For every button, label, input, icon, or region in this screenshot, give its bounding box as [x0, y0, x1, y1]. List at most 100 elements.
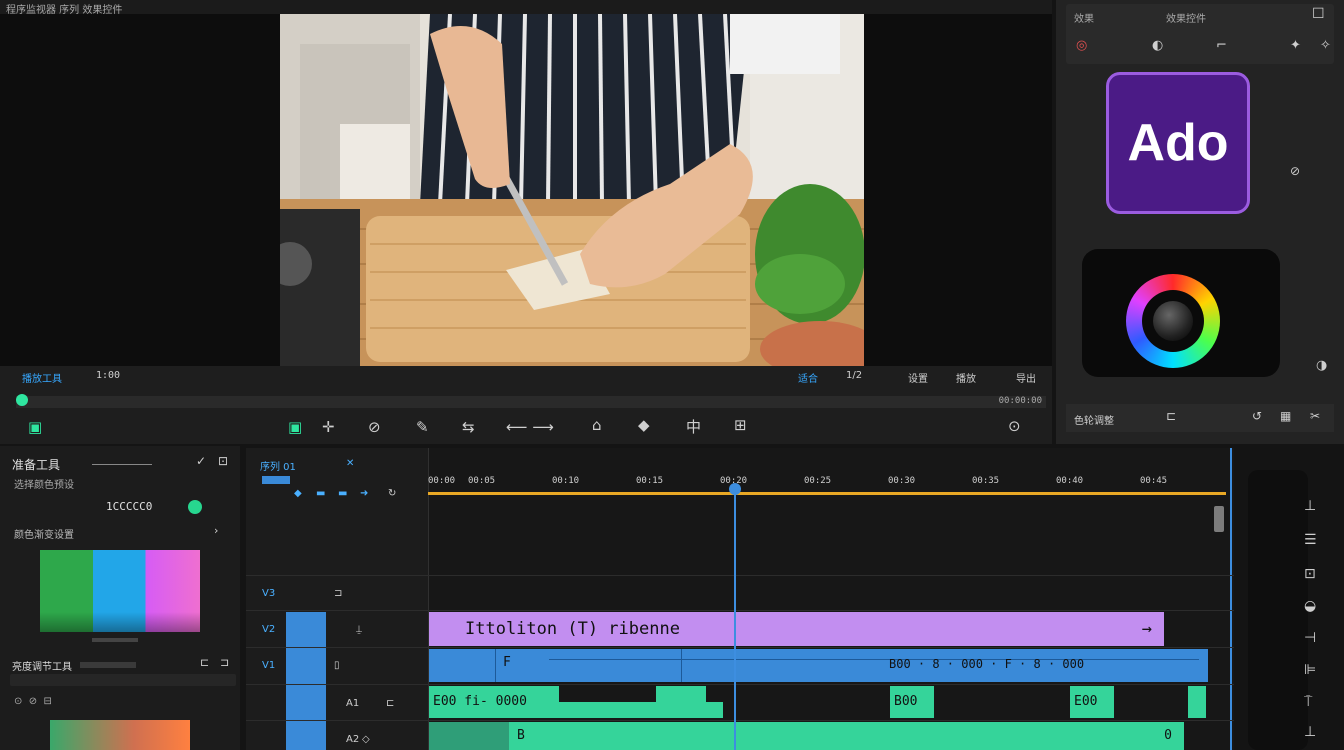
brightness-track[interactable] — [10, 674, 236, 686]
playback-label[interactable]: 播放 — [956, 370, 976, 385]
title-clip[interactable]: Ittoliton (T) ribenne → — [429, 612, 1164, 646]
tools-icon[interactable]: ✂ — [1310, 409, 1320, 423]
monitor-letterbox-right — [864, 14, 1052, 366]
chevron-right-icon[interactable]: › — [214, 524, 218, 537]
brush-icon[interactable]: ✦ — [1290, 38, 1301, 53]
track-a2-label[interactable]: A2 — [346, 734, 359, 745]
hand-tool-icon[interactable]: ⍑ — [1304, 694, 1312, 710]
selection-tool-icon[interactable]: ⊥ — [1304, 498, 1316, 514]
hex-value[interactable]: 1CCCCC0 — [106, 500, 152, 513]
keyframe-icon[interactable]: ◇ — [362, 734, 370, 745]
toggle-icon[interactable]: ◑ — [1316, 358, 1327, 373]
title-slider[interactable] — [92, 464, 152, 465]
refresh-icon[interactable]: ↻ — [388, 488, 396, 499]
home-icon[interactable]: ⌂ — [592, 416, 602, 434]
time-ruler[interactable]: 00:00 00:05 00:10 00:15 00:20 00:25 00:3… — [428, 474, 1228, 494]
close-icon[interactable]: ⊐ — [220, 656, 229, 669]
video-clip[interactable]: F B00 · 8 · 000 · F · 8 · 000 — [429, 649, 1208, 682]
track-v3-label[interactable]: V3 — [262, 588, 275, 599]
gradient-section-label: 颜色渐变设置 — [14, 530, 74, 541]
add-marker-tl-icon[interactable]: ▬ — [316, 488, 325, 499]
linked-selection-icon[interactable]: ◆ — [294, 488, 302, 499]
settings-label[interactable]: 设置 — [908, 370, 928, 385]
play-icon[interactable]: ⇆ — [462, 418, 475, 436]
loop-icon[interactable]: ⊏ — [1166, 409, 1176, 423]
reset-icon[interactable]: ↺ — [1252, 409, 1262, 423]
solo-icon[interactable]: ▯ — [334, 660, 340, 671]
crop-icon[interactable]: ⌐ — [1216, 38, 1227, 53]
gradient-caption-bar — [92, 638, 138, 642]
color-wheel-handle[interactable] — [1153, 301, 1193, 341]
step-back-icon[interactable]: ✎ — [416, 418, 429, 436]
audio-clip[interactable]: E00 fi- 0000 — [429, 686, 559, 718]
audio-clip-segment[interactable] — [1188, 686, 1206, 718]
brightness-gradient-swatch[interactable] — [50, 720, 190, 750]
resolution-dropdown[interactable]: 1/2 — [846, 370, 862, 381]
button-editor-icon[interactable]: ⊙ — [1008, 417, 1021, 435]
snap-toggle[interactable] — [262, 476, 290, 484]
panel-menu-icon[interactable]: ☐ — [1312, 6, 1325, 22]
mark-in-icon[interactable]: ▣ — [28, 418, 42, 436]
fit-dropdown[interactable]: 适合 — [798, 370, 818, 385]
extract-icon[interactable]: 中 — [686, 416, 701, 437]
clip-end-arrow-icon: → — [1141, 619, 1152, 639]
go-to-in-icon[interactable]: ⊘ — [368, 418, 381, 436]
brightness-slider[interactable] — [80, 662, 136, 668]
sequence-close-icon[interactable]: ✕ — [346, 458, 354, 469]
video-track-target[interactable] — [286, 612, 326, 750]
pen-tool-strip-icon[interactable]: ⊫ — [1304, 662, 1316, 678]
voiceover-icon[interactable]: ⊏ — [386, 698, 394, 709]
timecode[interactable]: 1:00 — [96, 370, 120, 381]
grid-icon[interactable]: ▦ — [1280, 409, 1291, 423]
scrub-time: 00:00:00 — [998, 396, 1042, 406]
lift-icon[interactable]: ◆ — [638, 416, 650, 434]
audio-clip-label: E00 — [1074, 694, 1098, 709]
audio-clip[interactable]: E00 — [1070, 686, 1114, 718]
slip-tool-icon[interactable]: ⊣ — [1304, 630, 1316, 646]
work-area-bar[interactable] — [428, 492, 1226, 495]
sequence-name[interactable]: 序列 01 — [260, 458, 296, 473]
video-clip-label: F — [503, 655, 511, 670]
audio-clip[interactable]: B 0 — [509, 722, 1184, 750]
arrow-right-icon[interactable]: ➜ — [360, 488, 368, 499]
add-marker-icon[interactable]: ✛ — [322, 418, 335, 436]
mark-out-icon[interactable]: ▣ — [288, 418, 302, 436]
preset-subtitle: 选择颜色预设 — [14, 480, 74, 491]
ripple-edit-icon[interactable]: ⊡ — [1304, 566, 1316, 582]
razor-tool-icon[interactable]: ◒ — [1304, 598, 1316, 614]
track-v2-label[interactable]: V2 — [262, 624, 275, 635]
ruler-mark: 00:30 — [888, 476, 916, 486]
options-icon[interactable]: ⊏ — [200, 656, 209, 669]
clip-cut — [495, 649, 496, 682]
track-v1-label[interactable]: V1 — [262, 660, 275, 671]
timeline-scrollbar[interactable] — [1214, 506, 1224, 532]
record-icon[interactable]: ◎ — [1076, 38, 1087, 53]
playhead-handle[interactable] — [729, 483, 741, 495]
track-a1-label[interactable]: A1 — [346, 698, 359, 709]
check-icon[interactable]: ✓ — [196, 454, 206, 468]
audio-clip-segment[interactable] — [656, 686, 706, 702]
audio-clip[interactable]: B00 — [890, 686, 934, 718]
settings-tl-icon[interactable]: ▬ — [338, 488, 347, 499]
effects-tab[interactable]: 效果 — [1074, 10, 1094, 25]
type-tool-icon[interactable]: ⊥ — [1304, 724, 1316, 740]
color-indicator[interactable] — [188, 500, 202, 514]
eyedropper-icon[interactable]: ✧ — [1320, 38, 1331, 53]
audio-clip-segment[interactable] — [559, 702, 723, 718]
audio-clip-segment[interactable] — [429, 722, 509, 750]
scrub-bar[interactable]: 00:00:00 — [16, 394, 1046, 408]
lock-icon[interactable]: ⊐ — [334, 588, 342, 599]
playhead-line[interactable] — [734, 484, 736, 750]
track-headers: 序列 01 ✕ ◆ ▬ ▬ ➜ ↻ V3 V2 V1 A1 A2 ⊐ ⍊ ▯ ⊏… — [246, 448, 429, 750]
program-monitor-frame[interactable] — [280, 14, 864, 366]
export-frame-icon[interactable]: ⊞ — [734, 416, 747, 434]
popout-icon[interactable]: ⊡ — [218, 454, 228, 468]
mute-icon[interactable]: ⍊ — [356, 624, 362, 635]
info-icon[interactable]: ⊘ — [1290, 164, 1300, 178]
export-label[interactable]: 导出 — [1016, 370, 1036, 385]
scrub-playhead[interactable] — [16, 394, 28, 406]
shuttle-icon[interactable]: ⟵ ⟶ — [506, 418, 554, 436]
pen-tool-icon[interactable]: ◐ — [1152, 38, 1163, 53]
effect-controls-tab[interactable]: 效果控件 — [1166, 10, 1206, 25]
track-select-icon[interactable]: ☰ — [1304, 532, 1317, 548]
